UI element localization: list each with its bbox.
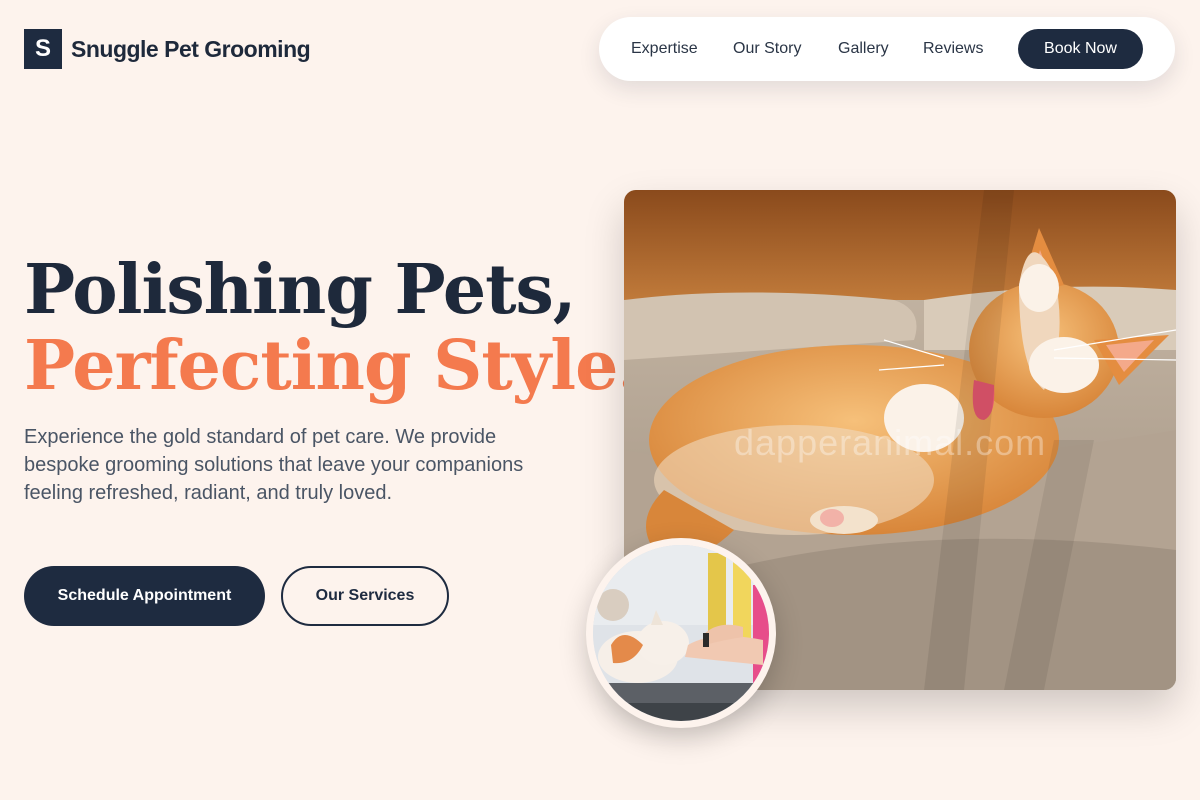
grooming-photo-illustration bbox=[593, 545, 769, 721]
schedule-appointment-button[interactable]: Schedule Appointment bbox=[24, 566, 265, 626]
brand-name: Snuggle Pet Grooming bbox=[71, 35, 311, 62]
logo-mark: S bbox=[24, 29, 62, 69]
hero-title-line1: Polishing Pets, bbox=[24, 250, 576, 330]
hero-description: Experience the gold standard of pet care… bbox=[24, 426, 524, 504]
nav-link-reviews[interactable]: Reviews bbox=[923, 40, 983, 58]
nav-link-our-story[interactable]: Our Story bbox=[733, 40, 801, 58]
hero-headline: Polishing Pets, Perfecting Style. bbox=[24, 250, 641, 406]
hero-title-line2: Perfecting Style. bbox=[24, 326, 641, 406]
nav-link-expertise[interactable]: Expertise bbox=[631, 40, 698, 58]
brand-logo[interactable]: S Snuggle Pet Grooming bbox=[24, 29, 311, 69]
image-watermark: dapperanimal.com bbox=[734, 422, 1047, 463]
nav-link-gallery[interactable]: Gallery bbox=[838, 40, 889, 58]
our-services-button[interactable]: Our Services bbox=[281, 566, 449, 626]
main-nav: Expertise Our Story Gallery Reviews Book… bbox=[599, 17, 1175, 81]
book-now-button[interactable]: Book Now bbox=[1018, 29, 1143, 69]
grooming-thumbnail-image bbox=[586, 538, 776, 728]
